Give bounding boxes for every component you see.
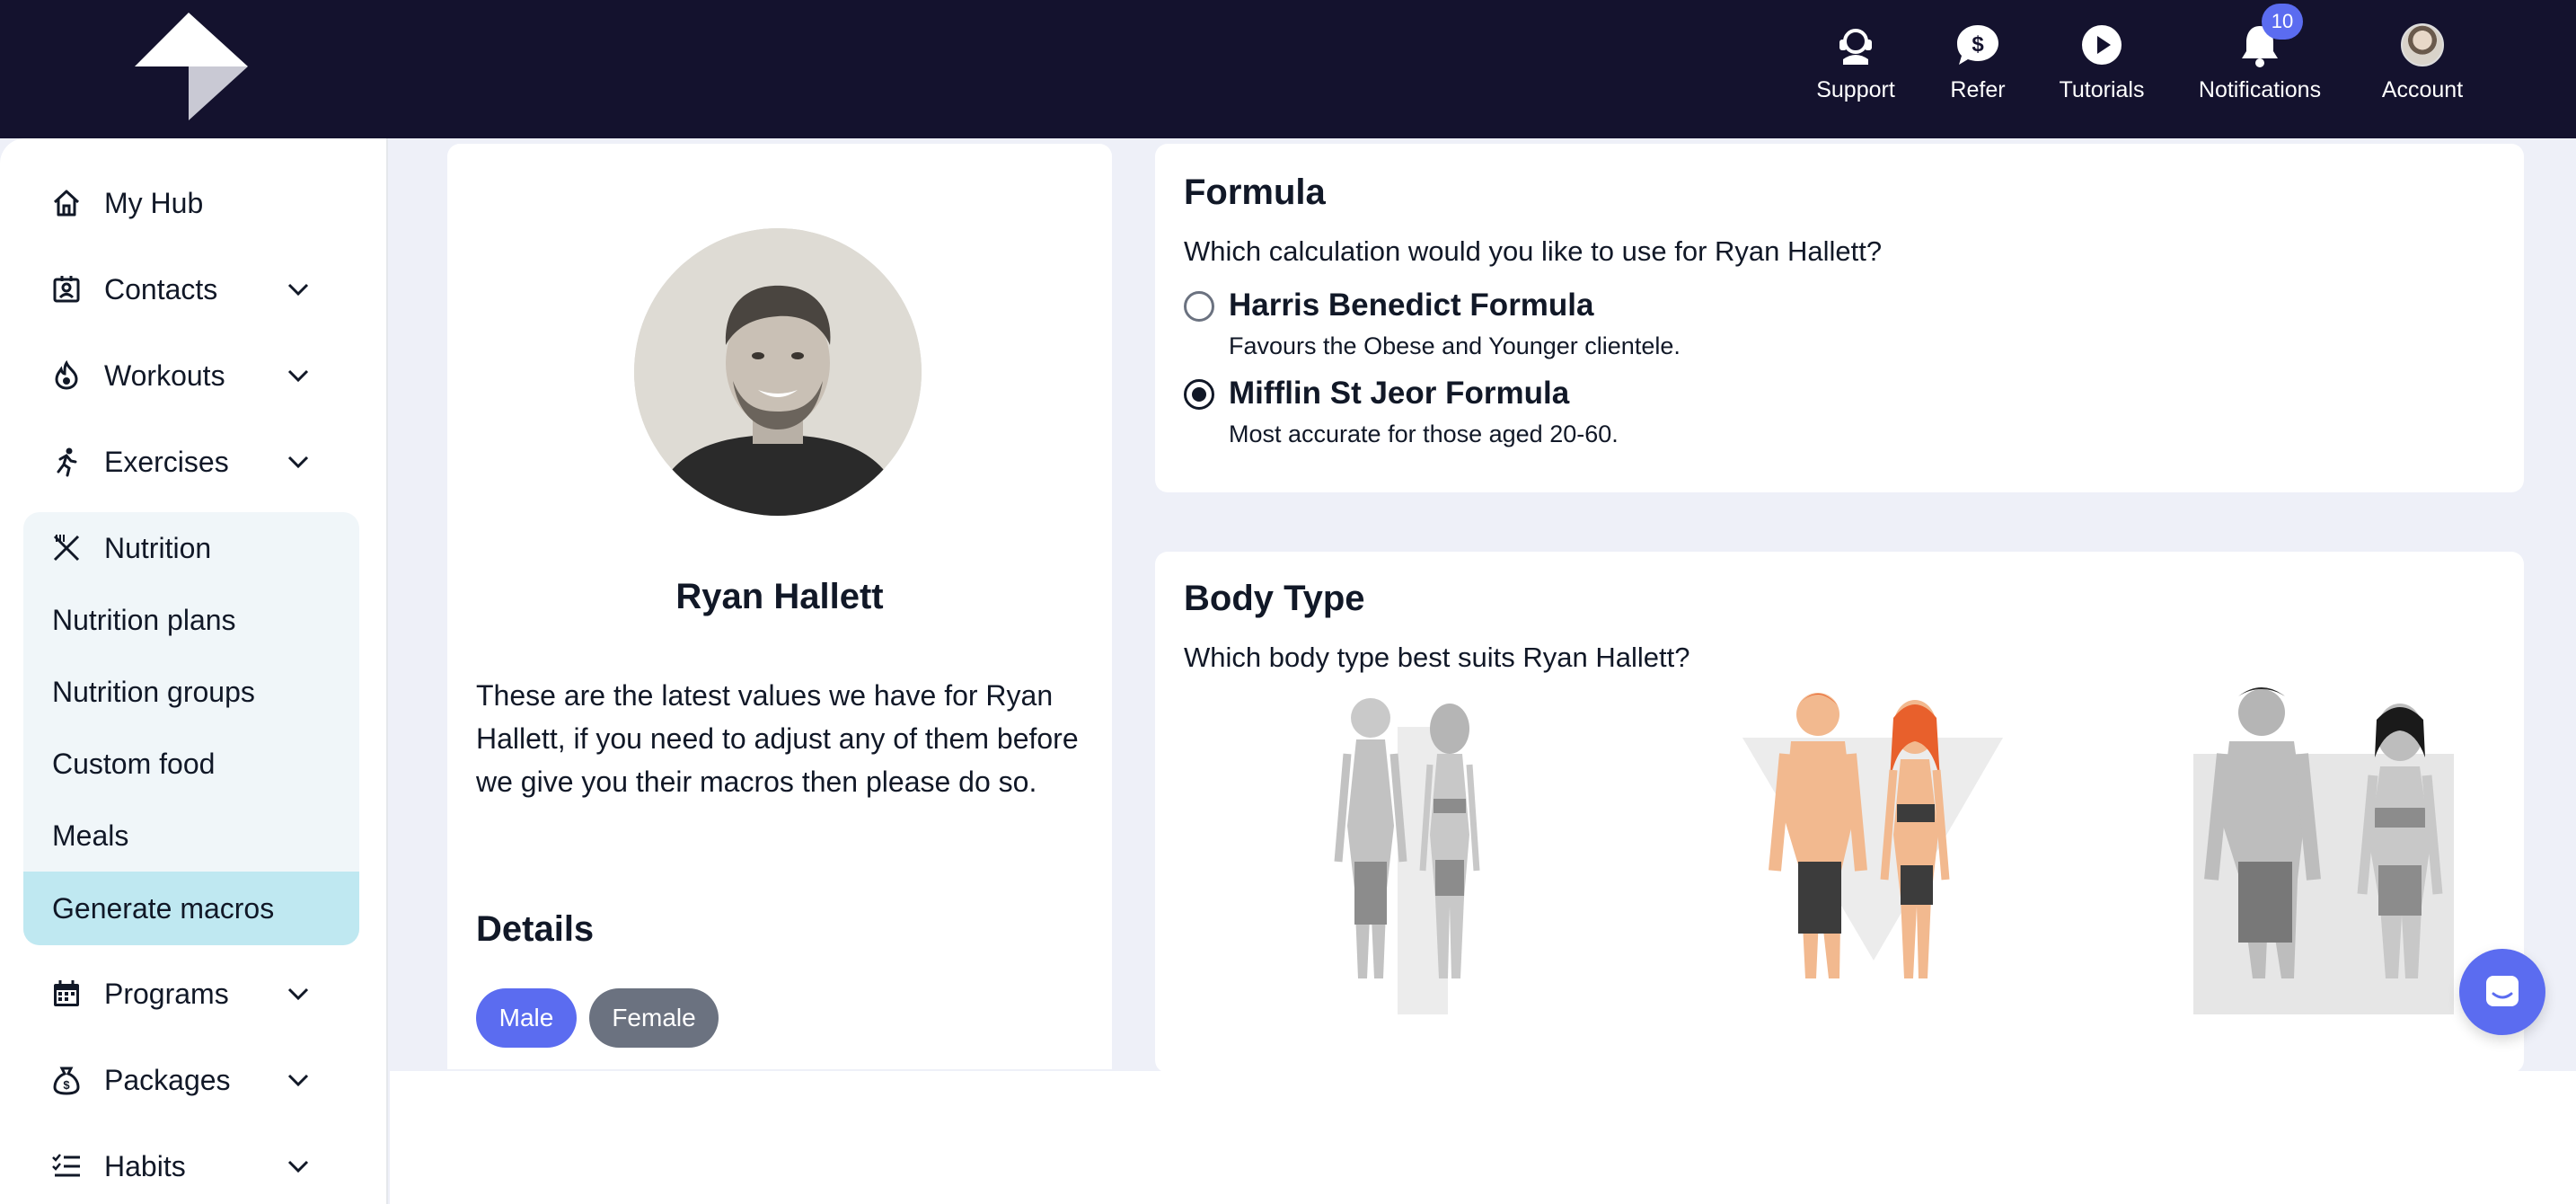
nav-notifications[interactable]: 10 Notifications	[2165, 4, 2355, 103]
formula-option-harris-benedict[interactable]: Harris Benedict Formula Favours the Obes…	[1184, 288, 1681, 360]
sidebar-item-workouts[interactable]: Workouts	[23, 340, 359, 412]
chevron-down-icon[interactable]	[284, 1066, 313, 1094]
sidebar-item-packages[interactable]: $ Packages	[23, 1044, 359, 1116]
app-logo[interactable]	[135, 13, 248, 120]
sidebar-item-nutrition[interactable]: Nutrition	[23, 512, 359, 584]
sidebar-item-nutrition-plans[interactable]: Nutrition plans	[23, 584, 359, 656]
chevron-down-icon[interactable]	[284, 979, 313, 1008]
avatar	[2401, 23, 2444, 66]
sidebar-label-packages: Packages	[104, 1063, 231, 1096]
sidebar-label-contacts: Contacts	[104, 272, 218, 305]
footer-area	[390, 1071, 2576, 1204]
top-bar: Support $ Refer Tutorials 10 Notificatio…	[0, 0, 2576, 138]
nav-account[interactable]: Account	[2355, 20, 2490, 103]
sidebar-label-nutrition: Nutrition	[104, 531, 212, 564]
chevron-down-icon[interactable]	[284, 361, 313, 390]
sidebar-sub-label: Custom food	[52, 747, 216, 780]
calendar-icon	[50, 978, 83, 1010]
sidebar-item-nutrition-groups[interactable]: Nutrition groups	[23, 656, 359, 728]
sidebar-item-my-hub[interactable]: My Hub	[23, 167, 359, 239]
bell-icon: 10	[2235, 4, 2303, 70]
chat-launcher-button[interactable]	[2459, 949, 2545, 1035]
profile-card: Ryan Hallett These are the latest values…	[447, 144, 1112, 1069]
nav-support-label: Support	[1816, 77, 1895, 102]
sidebar-sub-label: Generate macros	[52, 891, 275, 925]
gender-male-button[interactable]: Male	[476, 988, 577, 1048]
contacts-icon	[50, 273, 83, 305]
nutrition-group: Nutrition Nutrition plans Nutrition grou…	[23, 512, 359, 945]
home-icon	[50, 187, 83, 219]
formula-card: Formula Which calculation would you like…	[1155, 144, 2524, 492]
profile-description: These are the latest values we have for …	[476, 679, 1079, 798]
sidebar-label-my-hub: My Hub	[104, 186, 204, 219]
body-type-title: Body Type	[1184, 579, 1365, 618]
sidebar-sub-label: Meals	[52, 819, 129, 852]
profile-name: Ryan Hallett	[675, 577, 884, 616]
sidebar-label-workouts: Workouts	[104, 359, 225, 392]
sidebar: My Hub Contacts Workouts Exercises Nutri…	[0, 138, 388, 1204]
body-type-card: Body Type Which body type best suits Rya…	[1155, 552, 2524, 1073]
option-description: Favours the Obese and Younger clientele.	[1229, 332, 1681, 359]
nav-tutorials[interactable]: Tutorials	[2039, 20, 2165, 103]
body-type-question: Which body type best suits Ryan Hallett?	[1184, 642, 1690, 673]
play-icon	[2077, 20, 2127, 70]
chevron-down-icon[interactable]	[284, 1152, 313, 1181]
radio-harris-benedict[interactable]	[1184, 291, 1214, 322]
option-description: Most accurate for those aged 20-60.	[1229, 421, 1619, 447]
radio-text: Mifflin St Jeor Formula Most accurate fo…	[1229, 376, 1619, 448]
running-icon	[50, 446, 83, 478]
gender-female-button[interactable]: Female	[589, 988, 719, 1048]
sidebar-sub-label: Nutrition groups	[52, 675, 255, 708]
body-type-mesomorph[interactable]	[1742, 693, 2003, 978]
money-bag-icon: $	[50, 1064, 83, 1096]
nav-refer-label: Refer	[1950, 77, 2006, 102]
nav-support[interactable]: Support	[1795, 20, 1917, 103]
top-nav: Support $ Refer Tutorials 10 Notificatio…	[1795, 4, 2490, 103]
dollar-chat-icon: $	[1953, 20, 2003, 70]
chevron-down-icon[interactable]	[284, 275, 313, 304]
chevron-down-icon[interactable]	[284, 447, 313, 476]
flame-icon	[50, 359, 83, 392]
svg-text:$: $	[63, 1078, 70, 1092]
sidebar-label-habits: Habits	[104, 1149, 186, 1182]
sidebar-label-exercises: Exercises	[104, 445, 229, 478]
body-type-ectomorph[interactable]	[1334, 698, 1480, 1014]
nav-tutorials-label: Tutorials	[2059, 77, 2145, 102]
sidebar-item-exercises[interactable]: Exercises	[23, 426, 359, 498]
nav-refer[interactable]: $ Refer	[1917, 20, 2039, 103]
details-title: Details	[476, 909, 595, 949]
radio-mifflin-st-jeor[interactable]	[1184, 379, 1214, 410]
account-avatar	[2397, 20, 2448, 70]
sidebar-item-meals[interactable]: Meals	[23, 800, 359, 872]
fork-knife-icon	[50, 532, 83, 564]
svg-text:$: $	[1972, 32, 1984, 57]
formula-option-mifflin-st-jeor[interactable]: Mifflin St Jeor Formula Most accurate fo…	[1184, 376, 1619, 448]
sidebar-item-programs[interactable]: Programs	[23, 958, 359, 1030]
sidebar-item-generate-macros[interactable]: Generate macros	[23, 872, 359, 945]
profile-photo	[634, 228, 922, 516]
checklist-icon	[50, 1150, 83, 1182]
formula-title: Formula	[1184, 173, 1326, 212]
nav-account-label: Account	[2381, 77, 2464, 102]
option-label: Mifflin St Jeor Formula	[1229, 376, 1570, 411]
sidebar-item-contacts[interactable]: Contacts	[23, 253, 359, 325]
sidebar-item-custom-food[interactable]: Custom food	[23, 728, 359, 800]
sidebar-sub-label: Nutrition plans	[52, 603, 236, 636]
nav-notifications-label: Notifications	[2198, 77, 2322, 102]
radio-text: Harris Benedict Formula Favours the Obes…	[1229, 288, 1681, 360]
sidebar-item-habits[interactable]: Habits	[23, 1130, 359, 1202]
formula-question: Which calculation would you like to use …	[1184, 235, 1883, 267]
option-label: Harris Benedict Formula	[1229, 288, 1594, 323]
body-type-endomorph[interactable]	[2193, 687, 2454, 1014]
body-type-figures	[1155, 682, 2524, 1074]
sidebar-label-programs: Programs	[104, 977, 229, 1010]
support-icon	[1831, 20, 1881, 70]
chat-icon	[2486, 976, 2519, 1006]
notifications-badge: 10	[2262, 4, 2303, 40]
